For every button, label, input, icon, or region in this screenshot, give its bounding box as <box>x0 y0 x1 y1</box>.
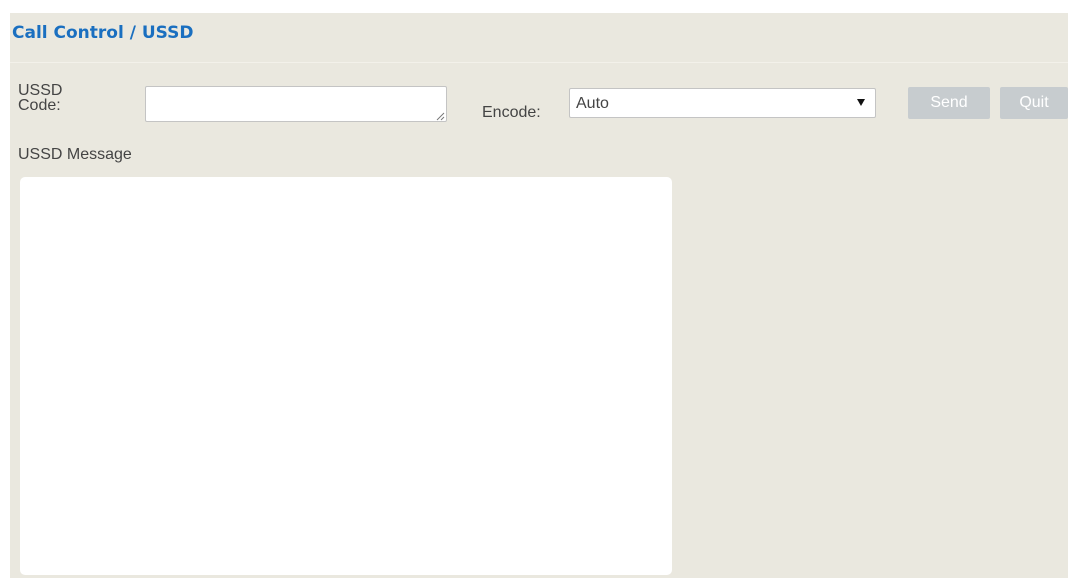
resize-grip-icon[interactable] <box>435 111 445 121</box>
encode-label: Encode: <box>482 104 541 121</box>
ussd-message-box <box>20 177 672 575</box>
encode-selected-value: Auto <box>576 95 609 112</box>
encode-select[interactable]: Auto <box>569 88 876 118</box>
ussd-code-input[interactable] <box>145 86 447 122</box>
ussd-code-label: USSD Code: <box>18 82 63 114</box>
chevron-down-icon <box>857 99 865 106</box>
page: Call Control / USSD USSD Code: Encode: A… <box>0 0 1068 578</box>
send-button[interactable]: Send <box>908 87 990 119</box>
ussd-panel: Call Control / USSD USSD Code: Encode: A… <box>10 13 1068 578</box>
page-title: Call Control / USSD <box>12 23 194 43</box>
ussd-message-label: USSD Message <box>18 146 132 163</box>
quit-button[interactable]: Quit <box>1000 87 1068 119</box>
panel-header: Call Control / USSD <box>10 13 1068 63</box>
